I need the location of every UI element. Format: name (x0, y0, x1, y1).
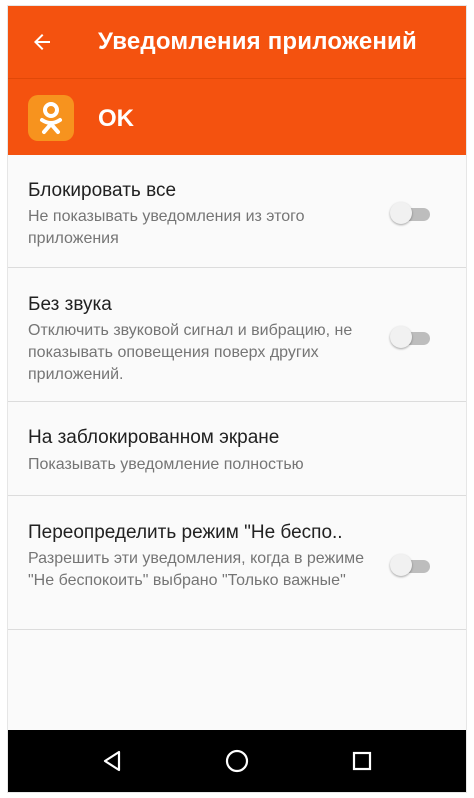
arrow-back-icon (34, 34, 50, 50)
back-button[interactable] (22, 24, 62, 60)
setting-subtitle: Разрешить эти уведомления, когда в режим… (28, 550, 365, 589)
toggle-thumb (390, 202, 412, 224)
nav-recents-button[interactable] (344, 743, 380, 779)
setting-override-dnd[interactable]: Переопределить режим "Не беспо.. Разреши… (8, 496, 466, 630)
setting-title: Без звука (28, 294, 112, 315)
setting-subtitle: Не показывать уведомления из этого прило… (28, 208, 305, 247)
settings-list: Блокировать все Не показывать уведомлени… (8, 154, 466, 630)
setting-block-all[interactable]: Блокировать все Не показывать уведомлени… (8, 154, 466, 268)
nav-back-icon (103, 750, 121, 772)
nav-back-button[interactable] (94, 743, 130, 779)
override-dnd-toggle[interactable] (390, 554, 430, 576)
navigation-bar (8, 730, 466, 792)
toggle-thumb (390, 554, 412, 576)
nav-home-button[interactable] (219, 743, 255, 779)
block-all-toggle[interactable] (390, 202, 430, 224)
odnoklassniki-logo-icon (28, 95, 74, 141)
app-screen: Уведомления приложений OK Блокировать вс… (8, 6, 466, 792)
silent-toggle[interactable] (390, 326, 430, 348)
app-name: OK (98, 105, 134, 132)
setting-lock-screen[interactable]: На заблокированном экране Показывать уве… (8, 402, 466, 496)
setting-title: Блокировать все (28, 180, 177, 201)
toggle-thumb (390, 326, 412, 348)
setting-title: Переопределить режим "Не беспо.. (28, 522, 343, 543)
setting-silent[interactable]: Без звука Отключить звуковой сигнал и ви… (8, 268, 466, 402)
nav-recents-icon (352, 751, 372, 771)
nav-home-icon (225, 749, 249, 773)
setting-subtitle: Показывать уведомление полностью (28, 456, 304, 473)
setting-title: На заблокированном экране (28, 427, 280, 448)
page-title: Уведомления приложений (98, 28, 417, 55)
toolbar: Уведомления приложений (8, 6, 466, 78)
setting-subtitle: Отключить звуковой сигнал и вибрацию, не… (28, 322, 353, 383)
app-header: OK (8, 78, 466, 155)
